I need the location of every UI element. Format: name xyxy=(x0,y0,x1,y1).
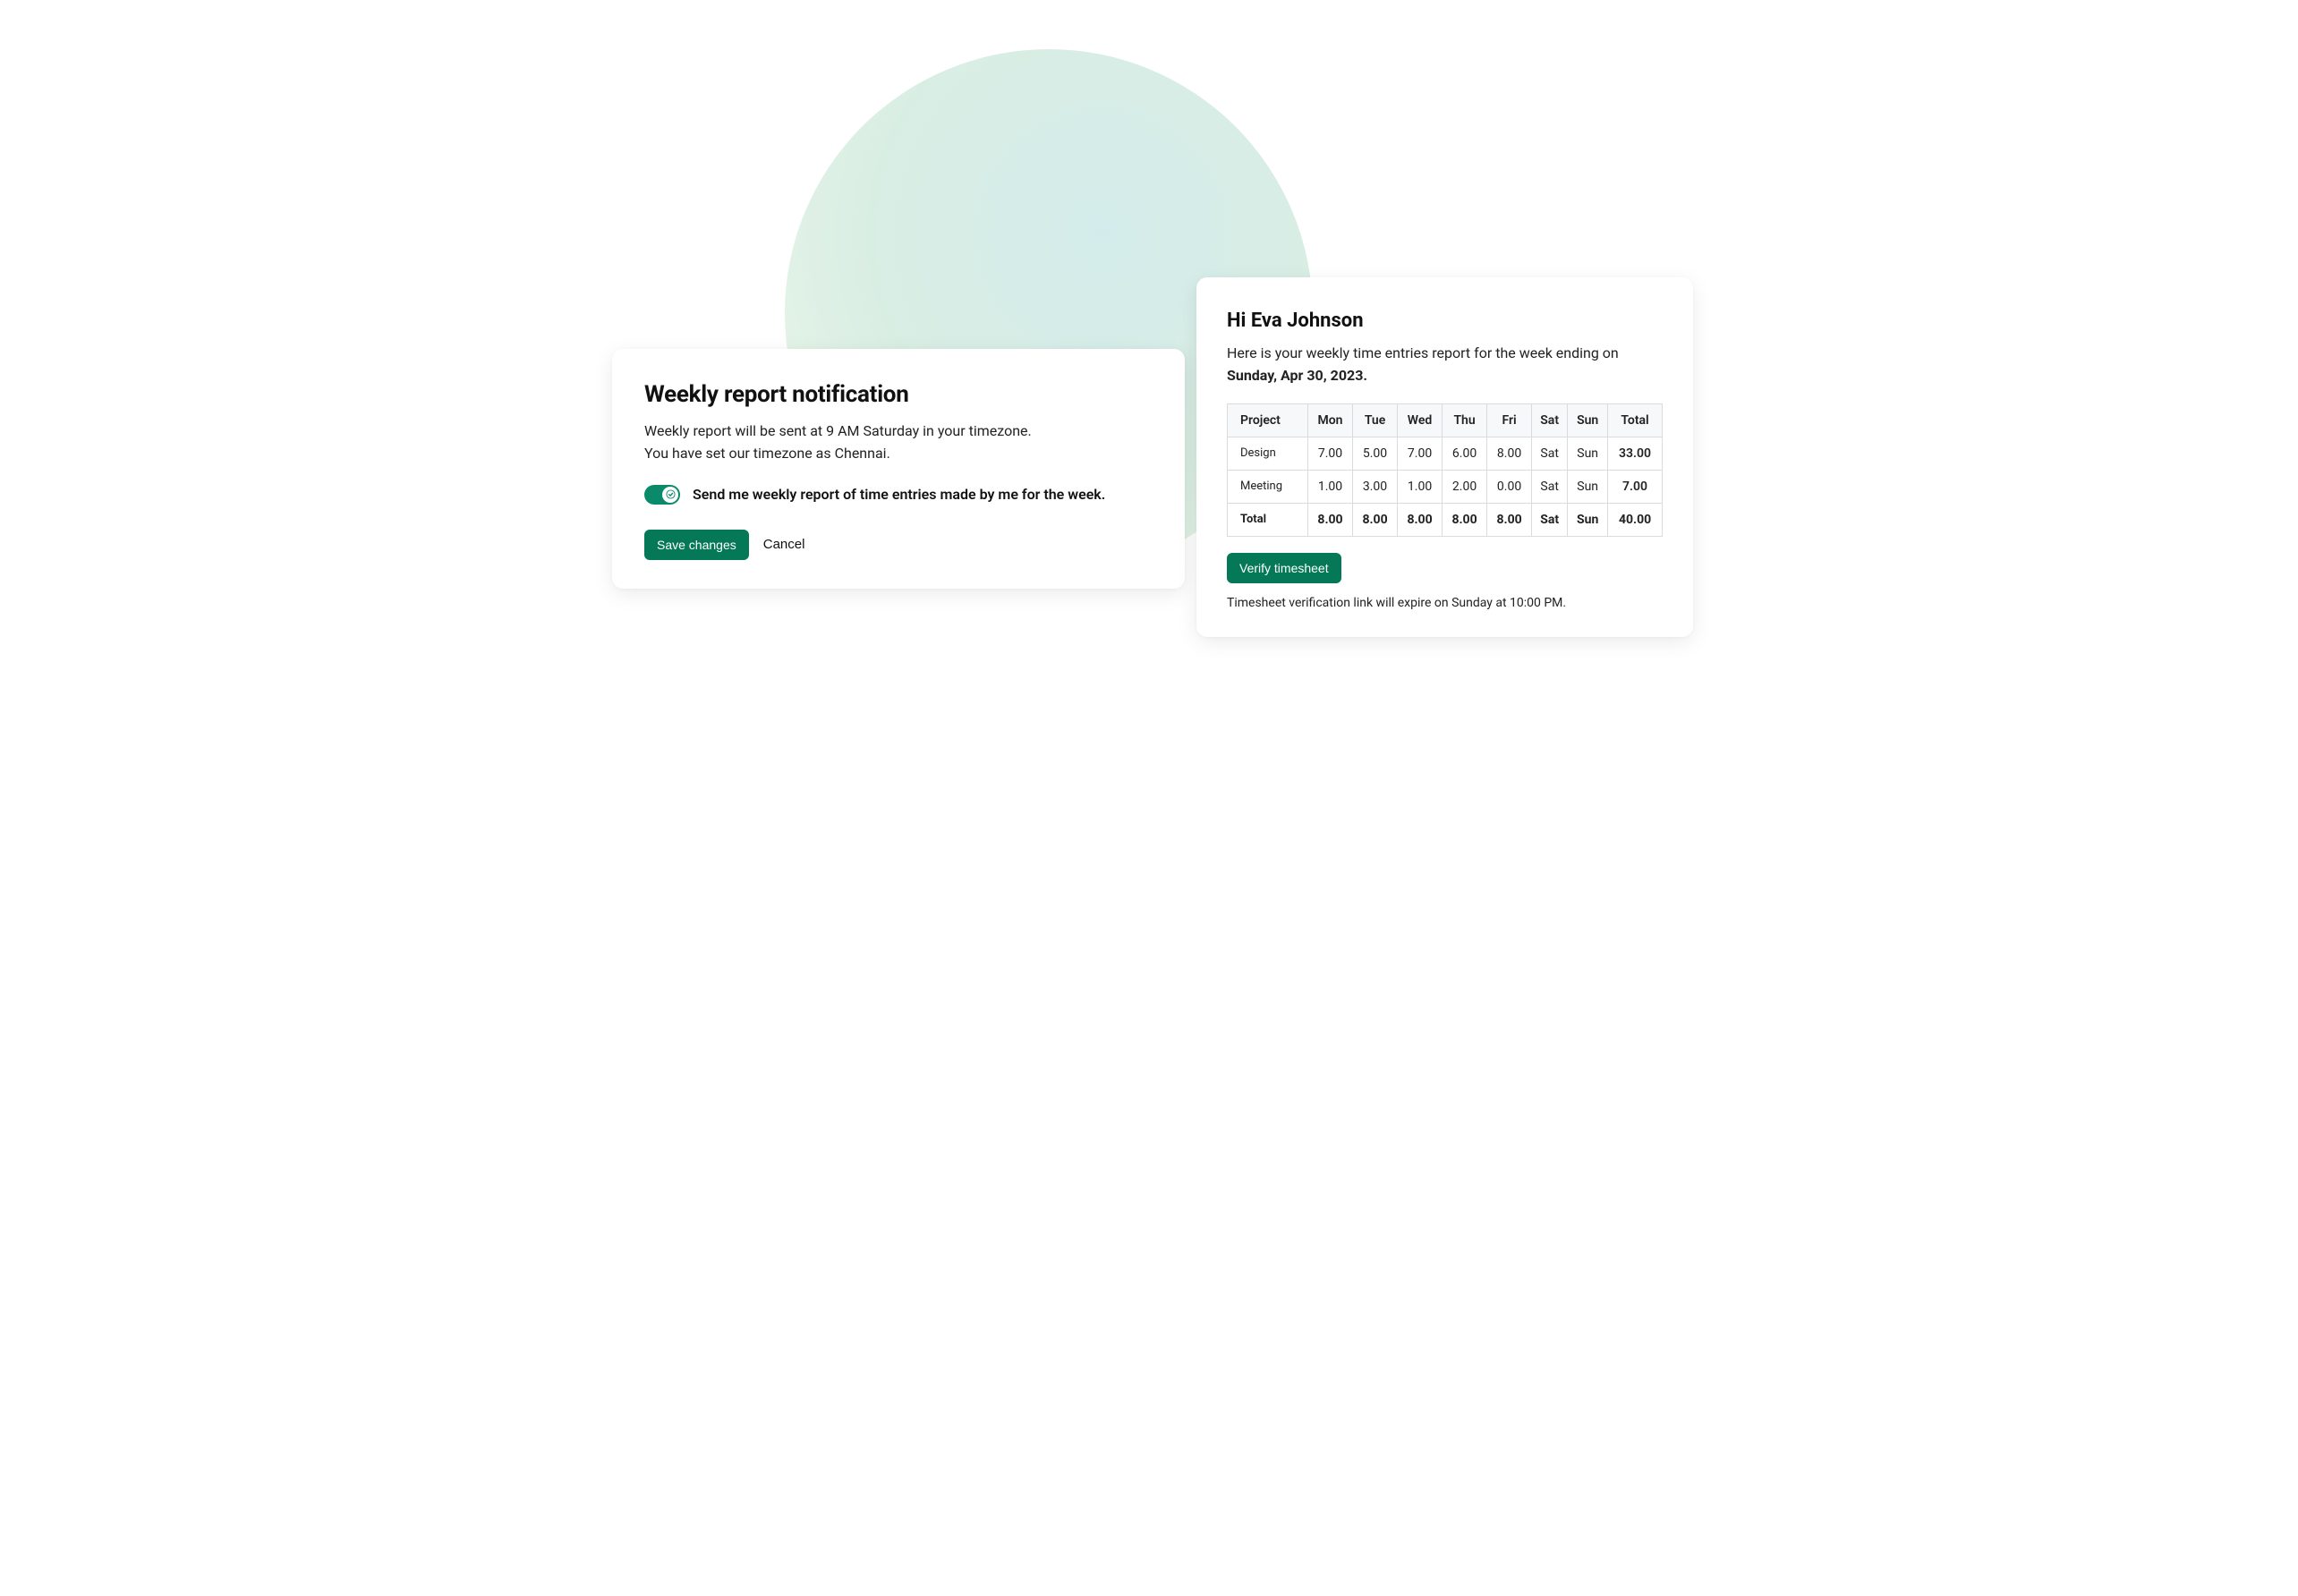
weekly-report-toggle-row: Send me weekly report of time entries ma… xyxy=(644,485,1153,505)
settings-description: Weekly report will be sent at 9 AM Satur… xyxy=(644,420,1153,465)
header-total: Total xyxy=(1608,403,1663,437)
cell-mon: 1.00 xyxy=(1308,470,1353,503)
settings-description-line-1: Weekly report will be sent at 9 AM Satur… xyxy=(644,422,1032,439)
row-project: Design xyxy=(1228,437,1308,470)
weekly-report-email-card: Hi Eva Johnson Here is your weekly time … xyxy=(1196,277,1693,637)
cell-thu: 2.00 xyxy=(1443,470,1487,503)
cell-sat: Sat xyxy=(1532,437,1568,470)
total-sat: Sat xyxy=(1532,503,1568,536)
settings-button-row: Save changes Cancel xyxy=(644,530,1153,560)
verify-timesheet-button[interactable]: Verify timesheet xyxy=(1227,553,1341,583)
header-fri: Fri xyxy=(1487,403,1532,437)
timesheet-table: Project Mon Tue Wed Thu Fri Sat Sun Tota… xyxy=(1227,403,1663,537)
cell-wed: 7.00 xyxy=(1398,437,1443,470)
total-fri: 8.00 xyxy=(1487,503,1532,536)
header-sat: Sat xyxy=(1532,403,1568,437)
cell-sun: Sun xyxy=(1568,470,1608,503)
weekly-report-toggle[interactable] xyxy=(644,485,680,505)
cell-fri: 0.00 xyxy=(1487,470,1532,503)
weekly-report-toggle-label: Send me weekly report of time entries ma… xyxy=(693,486,1105,503)
save-changes-button[interactable]: Save changes xyxy=(644,530,749,560)
table-total-row: Total 8.00 8.00 8.00 8.00 8.00 Sat Sun 4… xyxy=(1228,503,1663,536)
cell-mon: 7.00 xyxy=(1308,437,1353,470)
header-thu: Thu xyxy=(1443,403,1487,437)
cell-thu: 6.00 xyxy=(1443,437,1487,470)
total-mon: 8.00 xyxy=(1308,503,1353,536)
cell-total: 33.00 xyxy=(1608,437,1663,470)
header-mon: Mon xyxy=(1308,403,1353,437)
report-subtext: Here is your weekly time entries report … xyxy=(1227,343,1663,387)
cell-fri: 8.00 xyxy=(1487,437,1532,470)
table-row: Meeting 1.00 3.00 1.00 2.00 0.00 Sat Sun… xyxy=(1228,470,1663,503)
check-icon xyxy=(666,486,676,503)
report-greeting: Hi Eva Johnson xyxy=(1227,310,1663,332)
timesheet-expire-note: Timesheet verification link will expire … xyxy=(1227,596,1663,610)
report-subtext-prefix: Here is your weekly time entries report … xyxy=(1227,344,1619,361)
report-week-ending: Sunday, Apr 30, 2023. xyxy=(1227,367,1367,384)
weekly-report-settings-card: Weekly report notification Weekly report… xyxy=(612,349,1185,589)
cell-tue: 5.00 xyxy=(1353,437,1398,470)
total-wed: 8.00 xyxy=(1398,503,1443,536)
header-tue: Tue xyxy=(1353,403,1398,437)
cell-wed: 1.00 xyxy=(1398,470,1443,503)
total-sun: Sun xyxy=(1568,503,1608,536)
cell-sun: Sun xyxy=(1568,437,1608,470)
settings-title: Weekly report notification xyxy=(644,381,1153,408)
row-project: Meeting xyxy=(1228,470,1308,503)
header-project: Project xyxy=(1228,403,1308,437)
cell-tue: 3.00 xyxy=(1353,470,1398,503)
header-wed: Wed xyxy=(1398,403,1443,437)
cancel-button[interactable]: Cancel xyxy=(763,537,805,552)
timesheet-header-row: Project Mon Tue Wed Thu Fri Sat Sun Tota… xyxy=(1228,403,1663,437)
total-thu: 8.00 xyxy=(1443,503,1487,536)
table-row: Design 7.00 5.00 7.00 6.00 8.00 Sat Sun … xyxy=(1228,437,1663,470)
total-tue: 8.00 xyxy=(1353,503,1398,536)
settings-description-line-2: You have set our timezone as Chennai. xyxy=(644,445,890,462)
toggle-knob xyxy=(662,487,678,503)
row-project-total: Total xyxy=(1228,503,1308,536)
total-grand: 40.00 xyxy=(1608,503,1663,536)
cell-total: 7.00 xyxy=(1608,470,1663,503)
cell-sat: Sat xyxy=(1532,470,1568,503)
header-sun: Sun xyxy=(1568,403,1608,437)
